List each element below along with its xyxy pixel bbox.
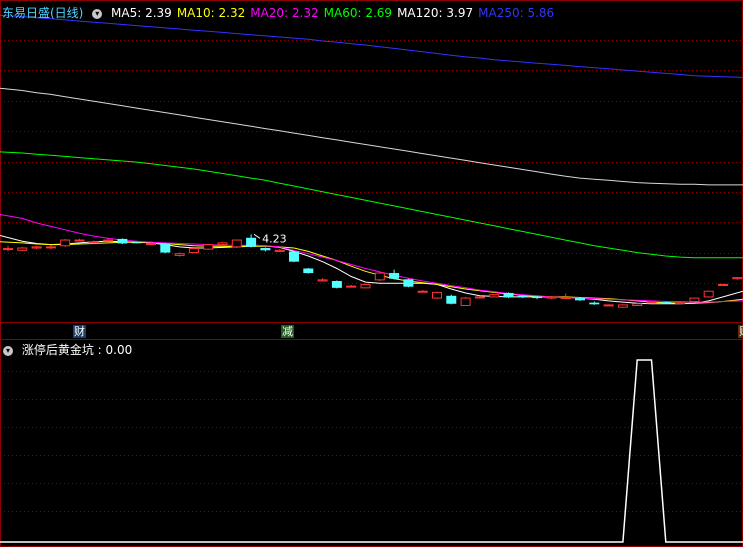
candle-body-up: [560, 297, 571, 300]
event-marker[interactable]: 财: [73, 325, 86, 338]
chevron-down-icon[interactable]: ▾: [92, 8, 103, 19]
ma-legend-item: MA5: 2.39: [111, 6, 172, 20]
candle-body-down: [246, 237, 257, 247]
candle-body-down: [575, 298, 585, 301]
candle-body-down: [589, 302, 600, 305]
candle-body-up: [703, 290, 714, 298]
candlestick-chart: 4.23: [0, 0, 743, 547]
candle-body-up: [603, 304, 614, 307]
candle-body-up: [689, 297, 700, 302]
ma-legend: MA5: 2.39 MA10: 2.32 MA20: 2.32 MA60: 2.69 M…: [111, 6, 559, 20]
annotation-label: 4.23: [262, 232, 287, 245]
ma-legend-item: MA20: 2.32: [250, 6, 319, 20]
candle-body-up: [360, 283, 371, 289]
candle-body-down: [503, 292, 514, 298]
candle-body-up: [646, 301, 657, 304]
candle-body-down: [289, 251, 299, 262]
candle-body-down: [532, 296, 543, 299]
candle-body-up: [60, 239, 71, 247]
stock-title: 东易日盛(日线): [2, 6, 84, 20]
annotation-leader: [253, 233, 261, 239]
candle-body-up: [146, 242, 156, 245]
indicator-label: 涨停后黄金坑 : 0.00: [21, 343, 133, 357]
candle-body-up: [718, 283, 728, 286]
candle-body-up: [274, 249, 285, 252]
candle-body-up: [74, 239, 85, 242]
candle-body-down: [160, 243, 171, 253]
ma-legend-item: MA250: 5.86: [478, 6, 555, 20]
candle-body-up: [31, 246, 42, 249]
ma-line-ma20: [0, 214, 743, 303]
candle-body-up: [103, 239, 114, 242]
candle-body-up: [417, 290, 428, 293]
candle-body-up: [174, 253, 185, 256]
ma-legend-item: MA10: 2.32: [176, 6, 246, 20]
candle-body-down: [389, 273, 400, 279]
candle-body-up: [374, 272, 385, 281]
candle-body-up: [45, 246, 56, 249]
candle-body-down: [446, 295, 457, 304]
candle-body-up: [346, 285, 357, 288]
candle-body-down: [260, 248, 271, 251]
ma-legend-item: MA120: 3.97: [397, 6, 474, 20]
chevron-down-icon[interactable]: ▾: [3, 345, 13, 356]
candle-body-down: [117, 238, 128, 244]
candle-body-up: [317, 279, 328, 282]
candle-body-up: [188, 248, 199, 254]
candle-body-up: [17, 247, 28, 251]
candle-body-down: [303, 268, 314, 274]
candle-body-up: [675, 302, 686, 305]
candle-body-up: [474, 296, 485, 299]
candle-body-up: [3, 248, 13, 251]
ma-line-ma10: [0, 241, 743, 304]
candle-body-up: [632, 303, 643, 306]
ma-legend-item: MA60: 2.69: [323, 6, 393, 20]
candle-body-up: [460, 297, 471, 306]
candle-body-up: [489, 294, 500, 298]
candle-body-up: [617, 304, 628, 308]
event-marker[interactable]: 减: [281, 325, 294, 338]
candle-body-down: [660, 302, 671, 304]
candle-body-up: [231, 239, 242, 248]
candle-body-down: [331, 281, 342, 288]
candle-body-down: [131, 242, 142, 244]
candle-body-up: [88, 241, 99, 244]
chart-header: 东易日盛(日线) ▾ MA5: 2.39 MA10: 2.32 MA20: 2.32…: [2, 5, 559, 21]
event-marker[interactable]: 财: [738, 325, 743, 338]
candle-body-up: [432, 291, 442, 299]
candle-body-up: [203, 244, 214, 250]
chart-border: [0, 0, 743, 547]
indicator-line: [0, 359, 743, 543]
candle-body-down: [517, 295, 528, 297]
candle-body-down: [403, 279, 414, 287]
candle-body-up: [732, 277, 743, 280]
candle-body-up: [217, 242, 228, 246]
candle-body-up: [546, 296, 557, 299]
ma-line-ma120: [0, 87, 743, 186]
ma-line-ma250: [0, 14, 743, 78]
indicator-header: ▾ 涨停后黄金坑 : 0.00: [2, 342, 137, 358]
